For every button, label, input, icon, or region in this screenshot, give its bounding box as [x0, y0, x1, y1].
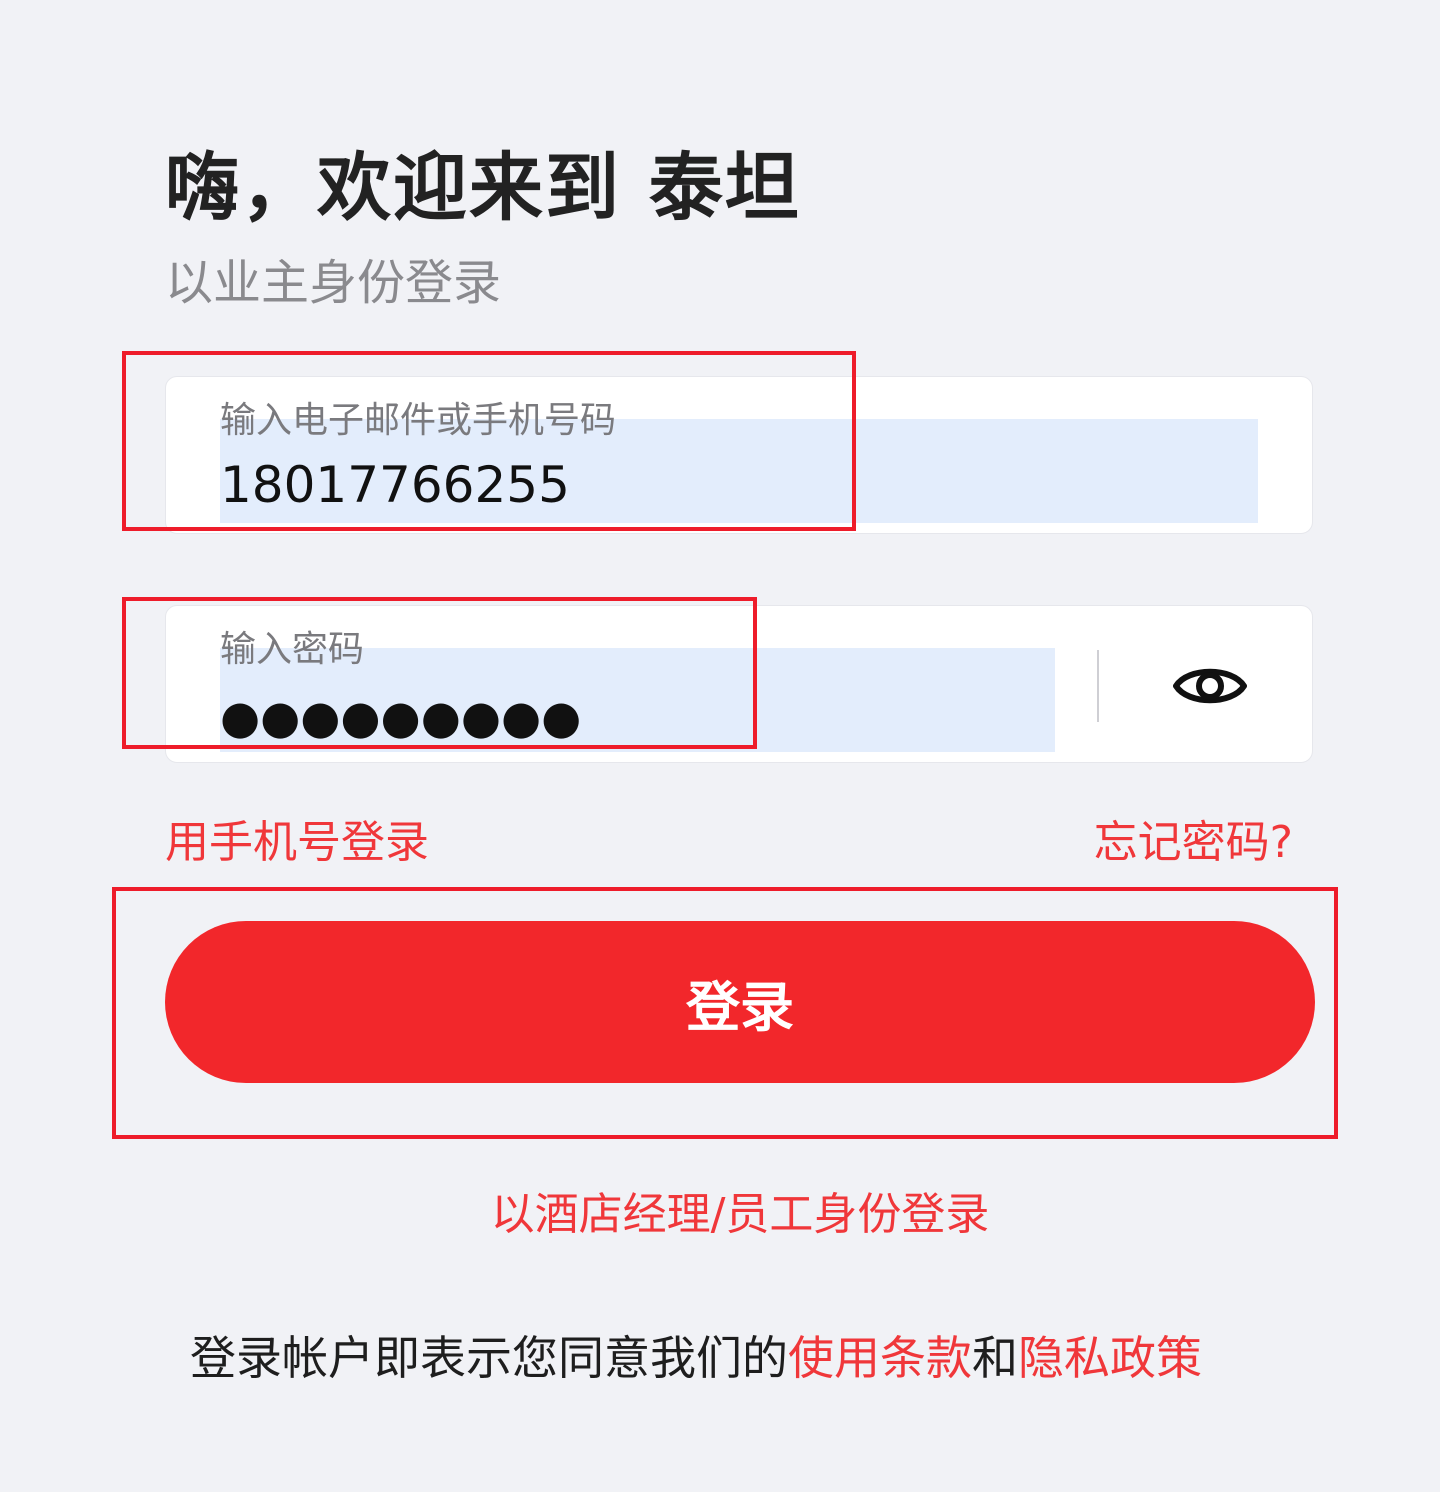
privacy-link[interactable]: 隐私政策 — [1018, 1331, 1202, 1385]
agreement-conjunction: 和 — [972, 1331, 1018, 1385]
agreement-prefix: 登录帐户即表示您同意我们的 — [190, 1331, 788, 1385]
show-password-toggle[interactable] — [1166, 652, 1254, 720]
eye-icon — [1173, 668, 1247, 704]
terms-link[interactable]: 使用条款 — [788, 1331, 972, 1385]
login-options-row: 用手机号登录 忘记密码? — [165, 806, 1293, 868]
phone-login-link[interactable]: 用手机号登录 — [165, 806, 429, 870]
password-field[interactable]: 输入密码 — [165, 605, 1313, 763]
page-title: 嗨，欢迎来到 泰坦 — [165, 145, 801, 231]
manager-login-link[interactable]: 以酒店经理/员工身份登录 — [0, 1178, 1440, 1242]
forgot-password-link[interactable]: 忘记密码? — [1094, 806, 1293, 870]
password-field-label: 输入密码 — [220, 629, 365, 670]
page-subtitle: 以业主身份登录 — [165, 255, 502, 311]
password-divider — [1097, 650, 1099, 722]
account-field-label: 输入电子邮件或手机号码 — [220, 400, 617, 441]
account-field[interactable]: 输入电子邮件或手机号码 — [165, 376, 1313, 534]
login-button[interactable]: 登录 — [165, 921, 1315, 1083]
agreement-text: 登录帐户即表示您同意我们的使用条款和隐私政策 — [190, 1322, 1202, 1388]
